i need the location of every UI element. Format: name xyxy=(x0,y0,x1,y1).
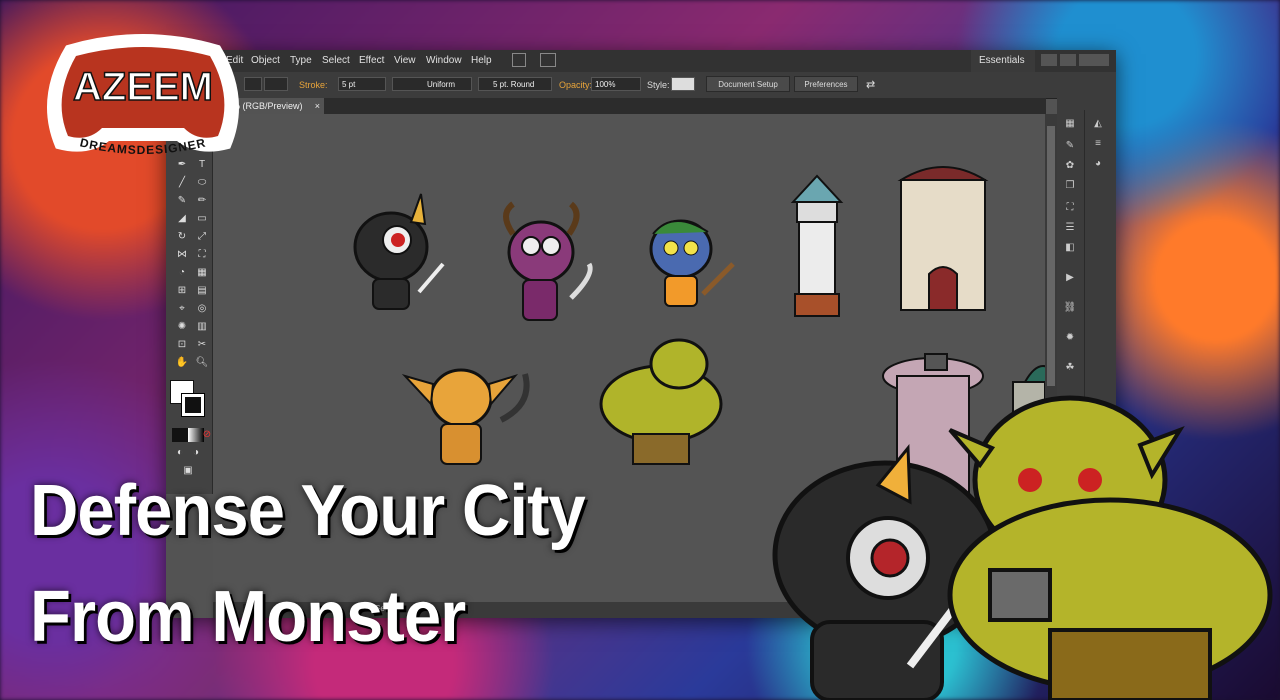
transform-icon[interactable]: ⛶ xyxy=(1063,202,1077,214)
eraser-tool-icon[interactable]: ▭ xyxy=(194,212,210,226)
purple-demon-sprite xyxy=(503,201,593,321)
style-label: Style: xyxy=(647,80,670,90)
menu-select[interactable]: Select xyxy=(322,55,350,66)
appearance-icon[interactable]: ✹ xyxy=(1063,332,1077,344)
layers-icon[interactable]: ☘ xyxy=(1063,362,1077,374)
green-ogre-sprite xyxy=(599,338,723,465)
none-mode-icon[interactable]: ⊘ xyxy=(202,428,212,442)
draw-normal-icon[interactable]: ◐ xyxy=(172,446,188,460)
perspective-grid-icon[interactable]: ▦ xyxy=(194,266,210,280)
graphic-styles-icon[interactable]: ❐ xyxy=(1063,180,1077,192)
menu-type[interactable]: Type xyxy=(290,55,312,66)
menu-bar: ile Edit Object Type Select Effect View … xyxy=(166,50,1116,72)
control-bar: Stroke: 5 pt Uniform 5 pt. Round Opacity… xyxy=(166,72,1116,99)
graph-tool-icon[interactable]: ▥ xyxy=(194,320,210,334)
ellipse-tool-icon[interactable]: ⬭ xyxy=(194,176,210,190)
draw-behind-icon[interactable]: ◑ xyxy=(188,446,204,460)
stroke-color-dropdown[interactable] xyxy=(264,77,288,91)
cyclops-monster-sprite xyxy=(353,193,445,310)
restore-button[interactable] xyxy=(1060,54,1076,66)
menu-window[interactable]: Window xyxy=(426,55,462,66)
color-guide-icon[interactable]: ◭ xyxy=(1091,118,1105,130)
arrange-documents-icon[interactable] xyxy=(540,53,556,67)
orange-orc-warrior-sprite xyxy=(401,368,530,465)
opacity-field[interactable]: 100% xyxy=(591,77,641,91)
menu-object[interactable]: Object xyxy=(251,55,280,66)
document-tab-row: % (RGB/Preview) × xyxy=(166,98,1046,114)
scale-tool-icon[interactable]: ⤢ xyxy=(194,230,210,244)
stroke-label: Stroke: xyxy=(299,80,328,90)
links-icon[interactable]: ⛓ xyxy=(1063,302,1077,314)
document-setup-button[interactable]: Document Setup xyxy=(706,76,790,92)
menu-help[interactable]: Help xyxy=(471,55,492,66)
variable-width-profile[interactable]: Uniform xyxy=(392,77,472,91)
symbol-sprayer-icon[interactable]: ✺ xyxy=(174,320,190,334)
stroke-swatch-icon[interactable] xyxy=(181,393,205,417)
blend-tool-icon[interactable]: ◎ xyxy=(194,302,210,316)
foreground-characters xyxy=(772,395,1273,700)
blue-zombie-sprite xyxy=(649,219,735,307)
swatches-icon[interactable]: ▦ xyxy=(1063,118,1077,130)
castle-tower-sprite xyxy=(897,166,989,311)
bridge-icon[interactable] xyxy=(512,53,526,67)
graphic-style-swatch[interactable] xyxy=(671,77,695,91)
minimize-button[interactable] xyxy=(1041,54,1057,66)
preferences-button[interactable]: Preferences xyxy=(794,76,858,92)
align-icon[interactable]: ☰ xyxy=(1063,222,1077,234)
headline-line-2: From Monster xyxy=(30,577,466,657)
shape-builder-icon[interactable]: ◔ xyxy=(174,266,190,280)
scroll-thumb[interactable] xyxy=(1047,126,1055,386)
pencil-tool-icon[interactable]: ✏ xyxy=(194,194,210,208)
brush-tool-icon[interactable]: ✎ xyxy=(174,194,190,208)
symbols-icon[interactable]: ✿ xyxy=(1063,160,1077,172)
large-ogre-sprite xyxy=(947,395,1273,700)
pathfinder-icon[interactable]: ◧ xyxy=(1063,242,1077,254)
zoom-tool-icon[interactable]: 🔍︎ xyxy=(194,356,210,370)
menu-effect[interactable]: Effect xyxy=(359,55,384,66)
stroke-panel-icon[interactable]: ≡ xyxy=(1091,138,1105,150)
slice-tool-icon[interactable]: ✂ xyxy=(194,338,210,352)
brush-definition[interactable]: 5 pt. Round xyxy=(478,77,552,91)
artboard-tool-icon[interactable]: ⊡ xyxy=(174,338,190,352)
logo-wordmark: AZEEM xyxy=(73,65,213,109)
brand-logo: AZEEM DREAMSDESIGNER xyxy=(38,28,248,178)
eyedropper-tool-icon[interactable]: ⌖ xyxy=(174,302,190,316)
arrange-icon[interactable]: ⇄ xyxy=(866,78,875,91)
lighthouse-tower-sprite xyxy=(790,174,844,317)
color-mode-icon[interactable] xyxy=(172,428,188,442)
brushes-icon[interactable]: ✎ xyxy=(1063,140,1077,152)
actions-icon[interactable]: ▶ xyxy=(1063,272,1077,284)
hand-tool-icon[interactable]: ✋ xyxy=(174,356,190,370)
rotate-tool-icon[interactable]: ↻ xyxy=(174,230,190,244)
free-transform-icon[interactable]: ⛶ xyxy=(194,248,210,262)
menu-view[interactable]: View xyxy=(394,55,416,66)
line-tool-icon[interactable]: ╱ xyxy=(174,176,190,190)
opacity-label: Opacity: xyxy=(559,80,593,90)
blob-brush-icon[interactable]: ◢ xyxy=(174,212,190,226)
transparency-icon[interactable]: ◕ xyxy=(1091,158,1105,170)
close-window-button[interactable] xyxy=(1079,54,1109,66)
stroke-weight-field[interactable]: 5 pt xyxy=(338,77,386,91)
close-tab-icon[interactable]: × xyxy=(315,98,320,114)
headline-line-1: Defense Your City xyxy=(30,471,586,551)
width-tool-icon[interactable]: ⋈ xyxy=(174,248,190,262)
workspace-switcher[interactable]: Essentials xyxy=(971,50,1035,72)
gradient-tool-icon[interactable]: ▤ xyxy=(194,284,210,298)
mesh-tool-icon[interactable]: ⊞ xyxy=(174,284,190,298)
